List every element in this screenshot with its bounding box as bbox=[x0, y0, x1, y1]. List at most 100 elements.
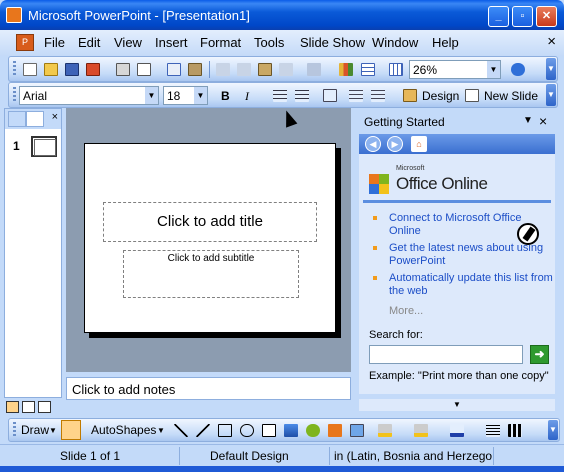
toolbar-grip[interactable] bbox=[13, 87, 16, 103]
dash-style-button[interactable] bbox=[506, 422, 524, 439]
close-icon[interactable]: × bbox=[52, 111, 58, 123]
tab-slides[interactable] bbox=[26, 111, 44, 127]
line-color-button[interactable] bbox=[412, 422, 430, 439]
toolbar-options-icon[interactable]: ▼ bbox=[548, 420, 558, 440]
fill-color-button[interactable] bbox=[376, 422, 394, 439]
minimize-button[interactable]: _ bbox=[488, 6, 509, 27]
textbox-tool[interactable] bbox=[260, 422, 278, 439]
scroll-down-icon[interactable]: ▼ bbox=[359, 399, 555, 411]
line-tool[interactable] bbox=[172, 422, 190, 439]
insert-chart-button[interactable] bbox=[337, 61, 355, 78]
paste-button[interactable] bbox=[256, 61, 274, 78]
help-button[interactable] bbox=[509, 61, 527, 78]
menu-edit[interactable]: Edit bbox=[78, 35, 100, 50]
home-icon[interactable]: ⌂ bbox=[411, 136, 427, 152]
open-button[interactable] bbox=[42, 61, 60, 78]
link-auto-update[interactable]: Automatically update this list from the … bbox=[389, 272, 554, 298]
print-button[interactable] bbox=[114, 61, 132, 78]
autoshapes-menu-button[interactable]: AutoShapes bbox=[91, 423, 156, 437]
menu-help[interactable]: Help bbox=[432, 35, 459, 50]
forward-icon[interactable]: ▶ bbox=[387, 136, 403, 152]
print-preview-button[interactable] bbox=[135, 61, 153, 78]
document-icon[interactable]: P bbox=[16, 34, 34, 51]
clipart-tool[interactable] bbox=[326, 422, 344, 439]
new-slide-icon-button[interactable] bbox=[463, 87, 481, 104]
decrease-indent-button[interactable] bbox=[347, 87, 365, 104]
oval-tool[interactable] bbox=[238, 422, 256, 439]
bullets-button[interactable] bbox=[293, 87, 311, 104]
notes-pane[interactable]: Click to add notes bbox=[66, 377, 351, 400]
chevron-down-icon[interactable]: ▼ bbox=[145, 87, 158, 104]
line-style-button[interactable] bbox=[484, 422, 502, 439]
research-button[interactable] bbox=[186, 61, 204, 78]
new-slide-button[interactable]: New Slide bbox=[484, 89, 538, 103]
permission-button[interactable] bbox=[84, 61, 102, 78]
go-arrow-icon[interactable]: ➜ bbox=[530, 345, 549, 364]
arrow-tool[interactable] bbox=[194, 422, 212, 439]
increase-indent-button[interactable] bbox=[369, 87, 387, 104]
picture-tool[interactable] bbox=[348, 422, 366, 439]
menu-insert[interactable]: Insert bbox=[155, 35, 188, 50]
chevron-down-icon[interactable]: ▼ bbox=[49, 426, 57, 435]
copy-button[interactable] bbox=[235, 61, 253, 78]
search-input[interactable] bbox=[369, 345, 523, 364]
tab-outline[interactable] bbox=[8, 111, 26, 127]
subtitle-placeholder[interactable]: Click to add subtitle bbox=[123, 250, 299, 298]
slide-show-view-button[interactable] bbox=[38, 401, 51, 413]
menu-tools[interactable]: Tools bbox=[254, 35, 284, 50]
close-button[interactable]: ✕ bbox=[536, 6, 557, 27]
more-link[interactable]: More... bbox=[389, 305, 423, 317]
app-icon[interactable] bbox=[6, 7, 22, 23]
menu-format[interactable]: Format bbox=[200, 35, 241, 50]
document-close-button[interactable]: × bbox=[547, 33, 556, 50]
close-icon[interactable]: × bbox=[539, 113, 547, 129]
copy-icon bbox=[237, 63, 251, 76]
menu-window[interactable]: Window bbox=[372, 35, 418, 50]
oval-icon bbox=[240, 424, 254, 437]
font-dropdown[interactable]: Arial ▼ bbox=[19, 86, 159, 105]
increase-font-button[interactable] bbox=[321, 87, 339, 104]
menu-file[interactable]: File bbox=[44, 35, 65, 50]
format-painter-button[interactable] bbox=[277, 61, 295, 78]
font-color-button[interactable] bbox=[448, 422, 466, 439]
spelling-button[interactable] bbox=[165, 61, 183, 78]
insert-table-button[interactable] bbox=[359, 61, 377, 78]
show-grid-button[interactable] bbox=[387, 61, 405, 78]
bold-button[interactable]: B bbox=[221, 89, 230, 103]
rectangle-tool[interactable] bbox=[216, 422, 234, 439]
chevron-down-icon[interactable]: ▼ bbox=[194, 87, 207, 104]
menu-bar: P File Edit View Insert Format Tools Sli… bbox=[0, 30, 564, 56]
design-button[interactable]: Design bbox=[422, 89, 459, 103]
save-button[interactable] bbox=[63, 61, 81, 78]
slide-canvas[interactable]: Click to add title Click to add subtitle bbox=[84, 143, 336, 333]
diagram-tool[interactable] bbox=[304, 422, 322, 439]
task-pane-title[interactable]: Getting Started bbox=[364, 115, 445, 129]
slide-sorter-view-button[interactable] bbox=[22, 401, 35, 413]
new-button[interactable] bbox=[21, 61, 39, 78]
italic-button[interactable]: I bbox=[245, 89, 249, 104]
toolbar-grip[interactable] bbox=[13, 61, 16, 77]
back-icon[interactable]: ◀ bbox=[365, 136, 381, 152]
cut-button[interactable] bbox=[214, 61, 232, 78]
title-placeholder[interactable]: Click to add title bbox=[103, 202, 317, 242]
zoom-dropdown[interactable]: 26% ▼ bbox=[409, 60, 501, 79]
chevron-down-icon[interactable]: ▼ bbox=[157, 426, 165, 435]
link-latest-news[interactable]: Get the latest news about using PowerPoi… bbox=[389, 242, 554, 268]
toolbar-options-icon[interactable]: ▼ bbox=[546, 84, 556, 106]
toolbar-grip[interactable] bbox=[13, 422, 16, 438]
draw-menu-button[interactable]: Draw bbox=[21, 423, 49, 437]
numbering-button[interactable] bbox=[271, 87, 289, 104]
select-arrow-icon[interactable] bbox=[61, 420, 81, 440]
maximize-button[interactable]: ▫ bbox=[512, 6, 533, 27]
normal-view-button[interactable] bbox=[6, 401, 19, 413]
menu-view[interactable]: View bbox=[114, 35, 142, 50]
slide-thumbnail[interactable] bbox=[31, 136, 57, 157]
menu-slide-show[interactable]: Slide Show bbox=[300, 35, 365, 50]
undo-button[interactable] bbox=[305, 61, 323, 78]
design-button-icon[interactable] bbox=[401, 87, 419, 104]
font-size-dropdown[interactable]: 18 ▼ bbox=[163, 86, 208, 105]
chevron-down-icon[interactable]: ▼ bbox=[523, 115, 533, 126]
chevron-down-icon[interactable]: ▼ bbox=[487, 61, 500, 78]
wordart-tool[interactable] bbox=[282, 422, 300, 439]
toolbar-options-icon[interactable]: ▼ bbox=[546, 58, 556, 80]
